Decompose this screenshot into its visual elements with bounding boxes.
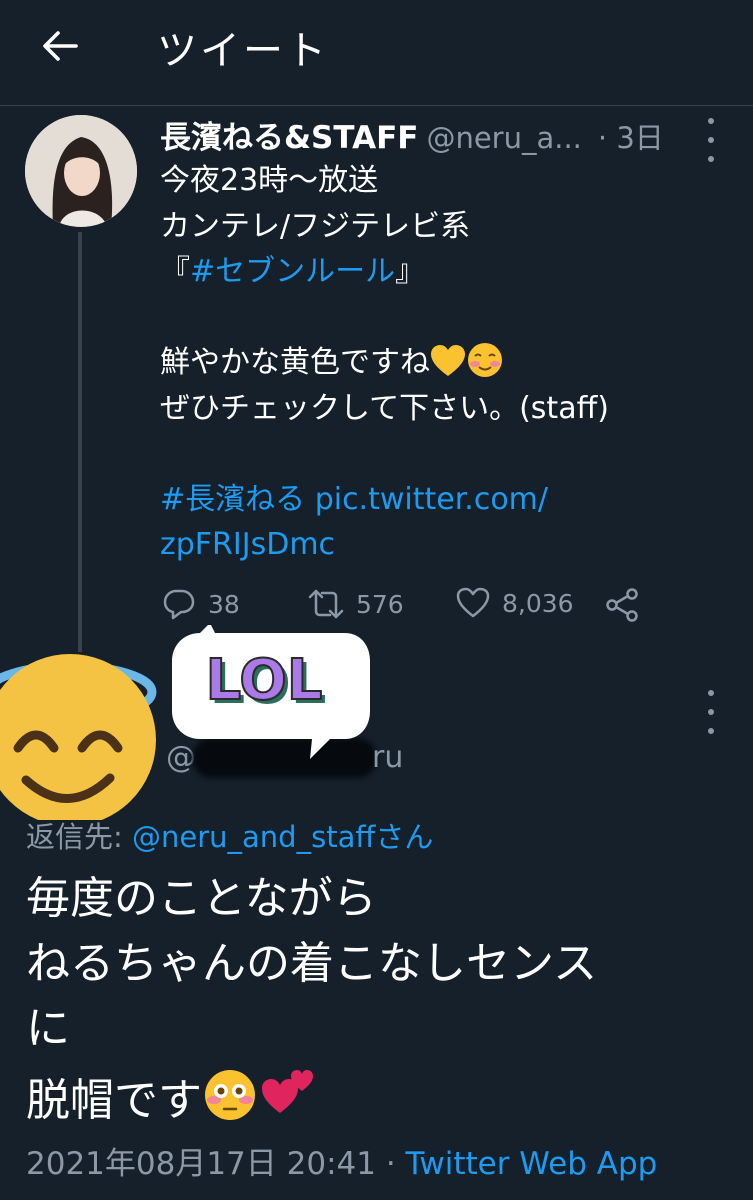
back-button[interactable]	[36, 22, 84, 70]
reply-line: 毎度のことながら	[26, 873, 377, 924]
flushed-face-icon	[202, 1067, 258, 1141]
reply-icon	[163, 589, 195, 620]
more-options-icon[interactable]	[705, 690, 717, 734]
yellow-heart-icon	[430, 344, 466, 392]
tweet-meta: 2021年08月17日 20:41 · Twitter Web App	[26, 1138, 657, 1183]
share-icon	[606, 588, 638, 622]
source-app-link[interactable]: Twitter Web App	[406, 1146, 658, 1182]
more-options-icon[interactable]	[705, 118, 717, 162]
like-button[interactable]: 8,036	[456, 587, 574, 619]
reply-author-handle-end: ru	[372, 740, 404, 775]
bracket-close: 』	[395, 254, 426, 289]
author-handle[interactable]: @neru_a...	[426, 121, 581, 155]
avatar-photo	[25, 115, 137, 227]
author-name[interactable]: 長濱ねる&STAFF	[160, 120, 418, 156]
tweet-line-show: 『#セブンルール』	[160, 249, 720, 295]
meta-separator: ·	[375, 1146, 406, 1182]
reply-to-handle[interactable]: @neru_and_staff	[132, 820, 375, 854]
retweet-count: 576	[356, 589, 404, 619]
retweet-button[interactable]: 576	[308, 587, 404, 621]
tweet-line: ぜひチェックして下さい。(staff)	[160, 390, 609, 426]
tweet-line: カンテレ/フジテレビ系	[160, 208, 471, 244]
reply-line: ねるちゃんの着こなしセンス	[26, 938, 598, 989]
tweet-time[interactable]: · 3日	[598, 121, 664, 155]
two-hearts-icon	[258, 1061, 318, 1135]
hashtag-link[interactable]: #長濱ねる	[160, 482, 305, 517]
heart-outline-icon	[456, 587, 490, 618]
bracket-open: 『	[160, 254, 190, 289]
thread-connector	[78, 232, 82, 652]
reply-button[interactable]: 38	[162, 587, 240, 621]
tweet-line-yellow: 鮮やかな黄色ですね	[160, 340, 720, 386]
lol-text: LOL	[206, 648, 323, 713]
page-title: ツイート	[157, 28, 329, 74]
reply-to-line: 返信先: @neru_and_staffさん	[26, 814, 433, 856]
timestamp[interactable]: 2021年08月17日 20:41	[26, 1146, 376, 1182]
reply-count: 38	[208, 589, 240, 619]
reply-line: に	[26, 1003, 70, 1054]
reply-line: 脱帽です	[26, 1075, 202, 1126]
reply-to-suffix: さん	[375, 820, 434, 854]
tweet-header: 長濱ねる&STAFF @neru_a... · 3日	[160, 112, 740, 156]
top-bar: ツイート	[0, 0, 753, 106]
pic-link[interactable]: pic.twitter.com/	[315, 482, 548, 517]
share-button[interactable]	[604, 587, 640, 623]
tweet-actions: 38 576 8,036	[160, 587, 680, 629]
reply-tweet-text: 毎度のことながら ねるちゃんの着こなしセンス に 脱帽です	[26, 866, 736, 1126]
reply-to-prefix: 返信先:	[26, 820, 132, 854]
pic-link-continued[interactable]: zpFRIJsDmc	[160, 527, 335, 562]
halo-smiley-sticker	[0, 654, 157, 820]
blushing-face-icon	[466, 342, 504, 392]
like-count: 8,036	[502, 588, 574, 618]
hashtag-link[interactable]: #セブンルール	[190, 254, 395, 289]
tweet-line-links: #長濱ねる pic.twitter.com/	[160, 477, 720, 523]
lol-speech-bubble-sticker: LOL LOL	[172, 625, 370, 759]
arrow-left-icon	[43, 31, 78, 61]
tweet-line: 鮮やかな黄色ですね	[160, 345, 430, 380]
retweet-icon	[308, 589, 344, 619]
author-avatar[interactable]	[25, 115, 137, 227]
tweet-text: 今夜23時～放送 カンテレ/フジテレビ系 『#セブンルール』 鮮やかな黄色ですね…	[160, 158, 720, 568]
reply-line-last: 脱帽です	[26, 1061, 736, 1126]
tweet-line: 今夜23時～放送	[160, 163, 379, 198]
